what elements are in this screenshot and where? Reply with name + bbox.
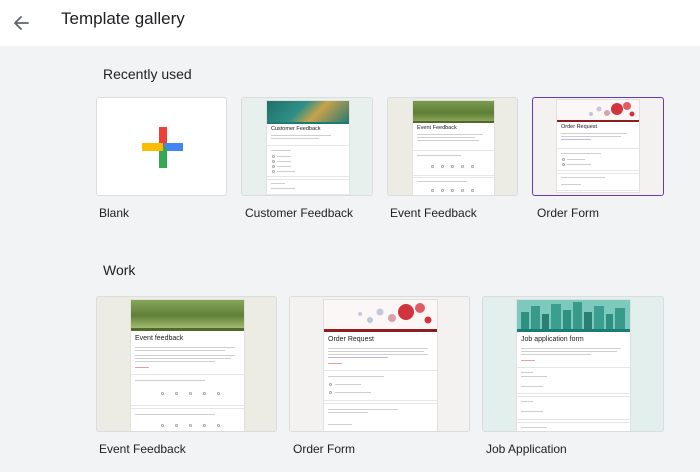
template-thumbnail: Event Feedback [387, 97, 518, 196]
header-image [131, 300, 244, 328]
template-label: Event Feedback [99, 442, 186, 456]
template-card-event-feedback[interactable]: Event Feedback [387, 97, 518, 196]
page-title: Template gallery [61, 9, 185, 28]
template-card-customer-feedback[interactable]: Customer Feedback [241, 97, 373, 196]
template-label: Job Application [486, 442, 567, 456]
plus-icon [142, 127, 183, 168]
header-image [267, 101, 349, 122]
form-preview: Customer Feedback [267, 101, 349, 195]
template-card-event-feedback[interactable]: Event feedback [96, 296, 277, 432]
form-title: Customer Feedback [271, 126, 321, 132]
template-label: Blank [99, 206, 130, 220]
template-label: Order Form [293, 442, 356, 456]
template-thumbnail: Order Request [289, 296, 470, 432]
template-thumbnail: Order Request [532, 97, 664, 196]
template-card-order-form[interactable]: Order Request [532, 97, 664, 196]
city-skyline-header-image [517, 300, 630, 329]
header-image [413, 101, 494, 121]
template-card-order-form[interactable]: Order Request [289, 296, 470, 432]
form-preview: Order Request [557, 100, 639, 192]
form-title: Event feedback [135, 335, 184, 342]
arrow-left-icon [14, 16, 29, 30]
form-preview: Event Feedback [413, 101, 494, 195]
section-title-work: Work [103, 262, 136, 278]
template-label: Event Feedback [390, 206, 477, 220]
template-card-blank[interactable] [96, 97, 227, 196]
template-thumbnail: Event feedback [96, 296, 277, 432]
form-title: Order Request [328, 336, 374, 343]
flower-header-image [557, 100, 639, 120]
form-preview: Job application form [517, 300, 630, 431]
template-card-job-application[interactable]: Job application form [482, 296, 664, 432]
form-title: Job application form [521, 336, 584, 343]
form-title: Order Request [561, 124, 598, 130]
template-label: Order Form [537, 206, 600, 220]
template-thumbnail [96, 97, 227, 196]
section-title-recent: Recently used [103, 66, 192, 82]
flower-header-image [324, 300, 437, 329]
form-preview: Order Request [324, 300, 437, 431]
top-bar: Template gallery [0, 0, 700, 46]
back-button[interactable] [8, 9, 36, 37]
template-thumbnail: Customer Feedback [241, 97, 373, 196]
template-thumbnail: Job application form [482, 296, 664, 432]
form-title: Event Feedback [417, 125, 457, 131]
form-preview: Event feedback [131, 300, 244, 431]
template-label: Customer Feedback [245, 206, 354, 220]
